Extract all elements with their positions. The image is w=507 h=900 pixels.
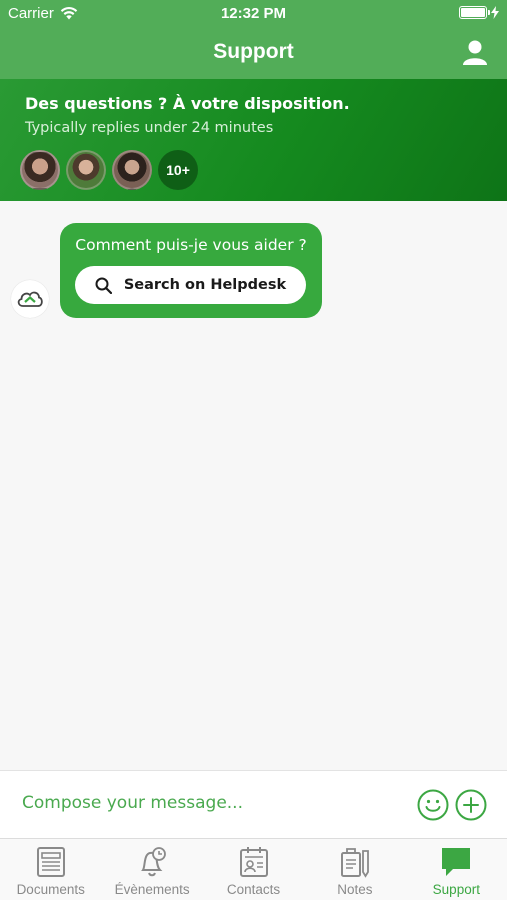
tab-label: Notes bbox=[337, 882, 373, 897]
tab-bar: Documents Évènements Contacts Notes Supp… bbox=[0, 839, 507, 900]
tab-label: Documents bbox=[16, 882, 85, 897]
documents-icon bbox=[36, 847, 65, 877]
clock: 12:32 PM bbox=[220, 5, 287, 22]
battery-indicator bbox=[459, 6, 499, 19]
search-helpdesk-label: Search on Helpdesk bbox=[123, 277, 287, 293]
bot-message-text: Comment puis-je vous aider ? bbox=[75, 236, 307, 254]
compose-input[interactable]: Compose your message... bbox=[22, 793, 243, 813]
battery-icon bbox=[459, 6, 490, 19]
tab-notes[interactable]: Notes bbox=[304, 839, 405, 900]
user-icon[interactable] bbox=[461, 38, 489, 66]
tab-label: Contacts bbox=[226, 882, 281, 897]
tab-documents[interactable]: Documents bbox=[0, 839, 101, 900]
status-bar: Carrier 12:32 PM bbox=[0, 0, 507, 28]
tab-label: Évènements bbox=[114, 882, 190, 897]
more-agents-badge: 10+ bbox=[158, 150, 198, 190]
contacts-icon bbox=[239, 847, 268, 877]
emoji-icon[interactable] bbox=[417, 789, 449, 821]
avatar bbox=[20, 150, 60, 190]
bot-avatar bbox=[11, 280, 49, 318]
header-title: Des questions ? À votre disposition. bbox=[25, 94, 350, 113]
chat-area[interactable]: Comment puis-je vous aider ? Search on H… bbox=[0, 201, 507, 770]
tab-contacts[interactable]: Contacts bbox=[203, 839, 304, 900]
tab-evenements[interactable]: Évènements bbox=[101, 839, 202, 900]
message-composer: Compose your message... bbox=[0, 770, 507, 839]
bell-clock-icon bbox=[141, 847, 167, 877]
bot-message-bubble: Comment puis-je vous aider ? Search on H… bbox=[60, 223, 322, 318]
agent-avatars: 10+ bbox=[20, 150, 198, 190]
support-header: Des questions ? À votre disposition. Typ… bbox=[0, 79, 507, 201]
tab-label: Support bbox=[432, 882, 480, 897]
page-title: Support bbox=[213, 40, 294, 63]
charging-icon bbox=[491, 6, 499, 19]
notes-icon bbox=[340, 848, 369, 878]
tab-support[interactable]: Support bbox=[406, 839, 507, 900]
top-bar: Carrier 12:32 PM Support bbox=[0, 0, 507, 79]
chat-bubble-icon bbox=[442, 848, 471, 876]
avatar bbox=[66, 150, 106, 190]
reply-time: Typically replies under 24 minutes bbox=[25, 120, 274, 136]
search-icon bbox=[95, 277, 112, 294]
avatar bbox=[112, 150, 152, 190]
search-helpdesk-button[interactable]: Search on Helpdesk bbox=[75, 266, 306, 304]
add-attachment-icon[interactable] bbox=[455, 789, 487, 821]
cloud-icon bbox=[17, 291, 43, 307]
